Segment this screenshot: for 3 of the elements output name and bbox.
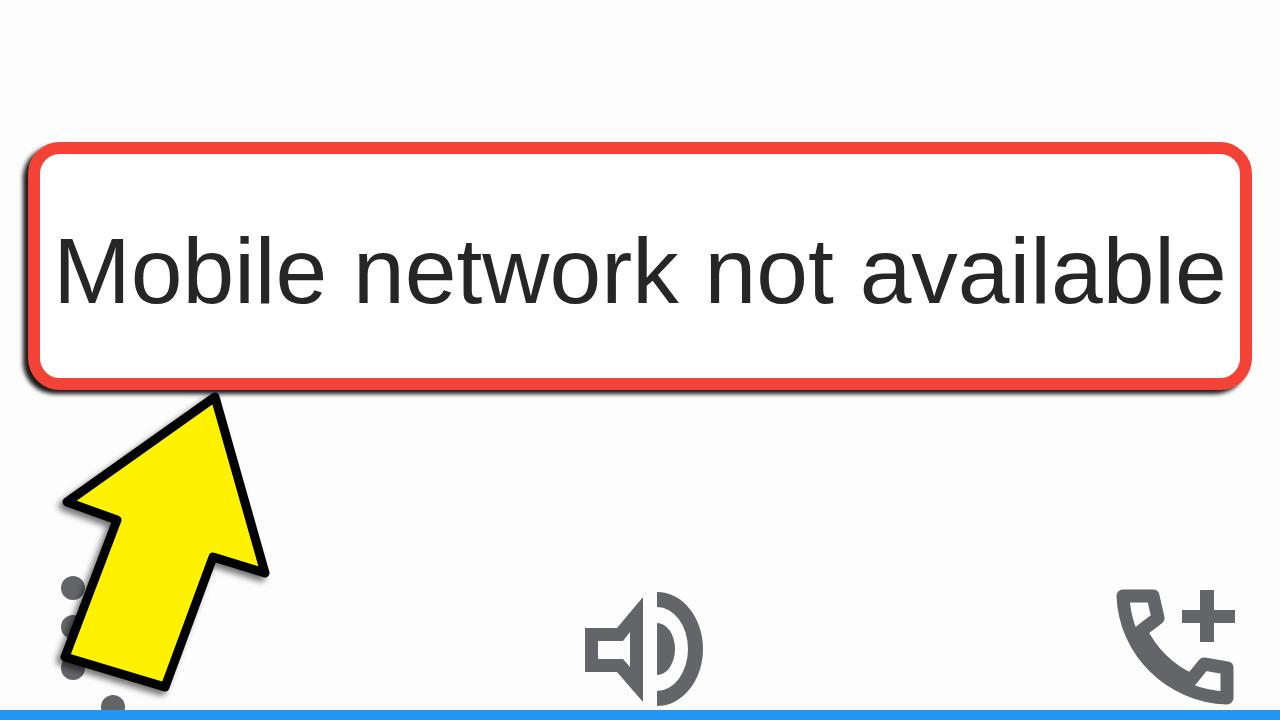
add-call-icon[interactable]	[1115, 588, 1237, 707]
status-message: Mobile network not available	[53, 219, 1227, 323]
speaker-icon[interactable]	[585, 592, 705, 707]
